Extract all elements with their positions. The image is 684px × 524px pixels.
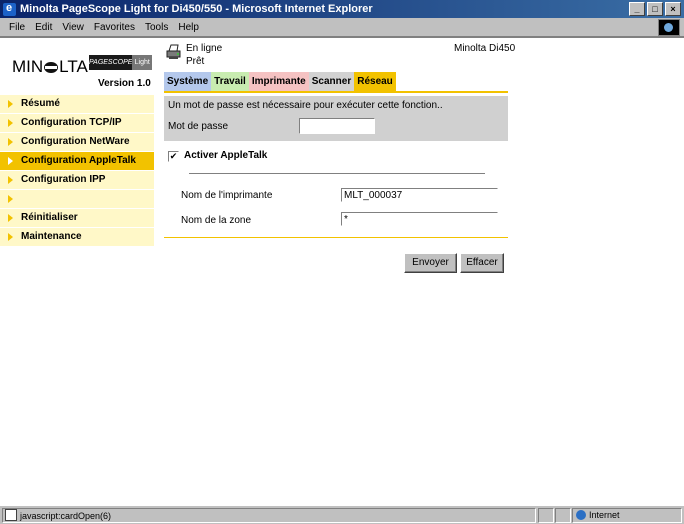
printer-name-input[interactable]: MLT_000037 (341, 188, 498, 202)
enable-appletalk-label: Activer AppleTalk (184, 150, 268, 161)
menu-favorites[interactable]: Favorites (89, 22, 140, 33)
submit-button[interactable]: Envoyer (404, 253, 457, 273)
window-title-bar: Minolta PageScope Light for Di450/550 - … (0, 0, 684, 18)
browser-status-bar: javascript:cardOpen(6) Internet (0, 505, 684, 524)
sidebar-item-resume[interactable]: Résumé (0, 95, 154, 113)
window-controls: _ □ × (629, 2, 681, 16)
status-zone-cell: Internet (572, 508, 682, 523)
sidebar-item-netware[interactable]: Configuration NetWare (0, 133, 154, 151)
menu-view[interactable]: View (57, 22, 89, 33)
minolta-logo: MIN LTA (12, 57, 88, 77)
menu-bar: File Edit View Favorites Tools Help (0, 18, 684, 37)
password-input[interactable] (299, 118, 375, 134)
menu-file[interactable]: File (4, 22, 30, 33)
password-panel: Un mot de passe est nécessaire pour exéc… (164, 96, 508, 141)
pagescope-logo: PAGESCOPE Light (89, 55, 152, 70)
menu-help[interactable]: Help (173, 22, 204, 33)
pagescope-light-text: Light (132, 55, 152, 70)
internet-explorer-icon (3, 2, 16, 16)
divider (189, 173, 485, 174)
minimize-button[interactable]: _ (629, 2, 645, 16)
internet-zone-icon (576, 510, 586, 520)
tab-scanner[interactable]: Scanner (308, 72, 355, 91)
password-label: Mot de passe (168, 121, 229, 132)
logo-o-icon (44, 62, 59, 73)
windows-logo-icon (658, 19, 680, 36)
sidebar-item-ipp[interactable]: Configuration IPP (0, 171, 154, 189)
pagescope-logo-text: PAGESCOPE (89, 59, 133, 66)
status-text-panel: javascript:cardOpen(6) (2, 508, 536, 523)
enable-appletalk-checkbox[interactable]: ✔ (168, 151, 179, 162)
sidebar-item-wds[interactable]: Configuration WDS (0, 190, 154, 208)
zone-name-label: Nom de la zone (181, 215, 252, 226)
sidebar-item-appletalk[interactable]: Configuration AppleTalk (0, 152, 154, 170)
tab-reseau[interactable]: Réseau (354, 72, 396, 91)
sidebar-item-reinitialiser[interactable]: Réinitialiser (0, 209, 154, 227)
menu-edit[interactable]: Edit (30, 22, 57, 33)
printer-model: Minolta Di450 (454, 43, 516, 54)
printer-status-ready: Prêt (186, 56, 205, 67)
status-progress-cell (538, 508, 554, 523)
version-label: Version 1.0 (98, 78, 151, 89)
tab-travail[interactable]: Travail (211, 72, 249, 91)
sidebar-nav: Résumé Configuration TCP/IP Configuratio… (0, 95, 154, 247)
tab-systeme[interactable]: Système (164, 72, 212, 91)
sidebar-item-tcpip[interactable]: Configuration TCP/IP (0, 114, 154, 132)
logo-text-left: MIN (12, 57, 44, 76)
password-message: Un mot de passe est nécessaire pour exéc… (168, 100, 443, 111)
close-button[interactable]: × (665, 2, 681, 16)
status-text: javascript:cardOpen(6) (20, 511, 112, 521)
form-divider (164, 237, 508, 238)
sidebar-item-maintenance[interactable]: Maintenance (0, 228, 154, 246)
tab-imprimante[interactable]: Imprimante (248, 72, 309, 91)
zone-name-input[interactable]: * (341, 212, 498, 226)
logo-text-right: LTA (59, 57, 88, 76)
clear-button[interactable]: Effacer (460, 253, 504, 273)
page-content: MIN LTA PAGESCOPE Light Version 1.0 Résum… (0, 37, 684, 505)
maximize-button[interactable]: □ (647, 2, 663, 16)
status-lock-cell (555, 508, 571, 523)
page-icon (5, 509, 17, 521)
menu-tools[interactable]: Tools (140, 22, 173, 33)
printer-status-online: En ligne (186, 43, 223, 54)
printer-name-label: Nom de l'imprimante (181, 190, 273, 201)
tab-underline (164, 91, 508, 93)
zone-label: Internet (589, 510, 620, 520)
printer-status-icon (166, 44, 181, 59)
tab-bar: Système Travail Imprimante Scanner Résea… (164, 72, 396, 91)
window-title: Minolta PageScope Light for Di450/550 - … (20, 3, 373, 15)
